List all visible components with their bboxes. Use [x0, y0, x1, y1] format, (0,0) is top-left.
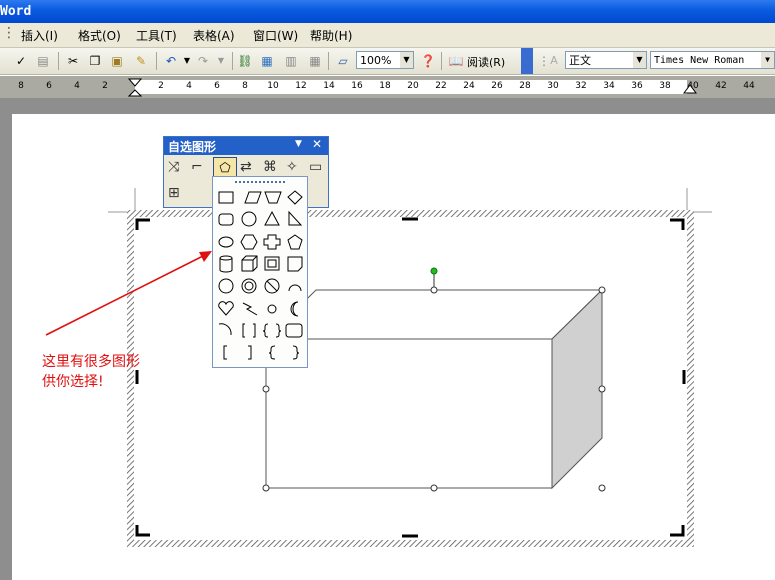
autoshapes-title: 自选图形: [168, 140, 217, 154]
connectors-icon[interactable]: ⌐: [191, 159, 203, 175]
lightning-bolt-shape: [242, 302, 258, 316]
right-bracket-shape: [248, 345, 252, 360]
donut-shape: [244, 281, 254, 291]
autoshapes-titlebar[interactable]: 自选图形 ▼ ✕: [164, 137, 328, 155]
octagon-shape: [241, 211, 257, 227]
moon-shape: [290, 301, 299, 317]
block-arc-shape: [288, 284, 302, 292]
flowchart-icon[interactable]: ⌘: [263, 159, 277, 175]
plaque-shape: [285, 323, 303, 338]
double-bracket-shape: [242, 323, 256, 338]
left-bracket-shape: [223, 345, 227, 360]
stars-banners-icon[interactable]: ✧: [286, 159, 298, 175]
hexagon-shape: [240, 234, 258, 250]
rounded-rectangle-shape: [218, 213, 234, 226]
drawing-canvas-layer: [45, 188, 712, 547]
right-brace-shape: [292, 345, 300, 360]
oval-shape: [218, 236, 234, 248]
trapezoid-shape: [264, 191, 282, 204]
right-triangle-shape: [288, 210, 303, 226]
cube-icon: [241, 255, 258, 272]
basic-shapes-palette[interactable]: [212, 176, 308, 368]
pentagon-shape: [287, 234, 303, 250]
annotation-line-1: 这里有很多图形: [42, 354, 140, 370]
cross-shape: [263, 234, 281, 250]
callouts-icon[interactable]: ▭: [309, 159, 322, 175]
heart-shape: [218, 301, 234, 316]
diamond-shape: [287, 190, 303, 205]
left-brace-shape: [268, 345, 276, 360]
block-arrows-icon[interactable]: ⇄: [240, 159, 252, 175]
cube-shape: [264, 288, 604, 490]
sun-shape: [267, 304, 277, 314]
rectangle-shape: [218, 191, 234, 204]
annotation-text: 这里有很多图形 供你选择!: [42, 352, 182, 392]
triangle-shape: [264, 210, 280, 226]
options-dropdown-icon[interactable]: ▼: [295, 139, 302, 149]
double-brace-shape: [262, 323, 282, 338]
smiley-face-shape: [218, 278, 234, 294]
more-autoshapes-icon[interactable]: ⊞: [168, 185, 180, 201]
annotation-line-2: 供你选择!: [42, 374, 104, 390]
palette-drag-handle[interactable]: [235, 181, 285, 185]
arc-shape: [218, 323, 232, 336]
bevel-shape: [264, 256, 280, 271]
parallelogram-shape: [244, 191, 262, 204]
lines-icon[interactable]: ⤨: [168, 159, 179, 175]
folded-corner-shape: [287, 256, 303, 272]
close-icon[interactable]: ✕: [312, 137, 322, 151]
can-shape: [219, 255, 233, 273]
